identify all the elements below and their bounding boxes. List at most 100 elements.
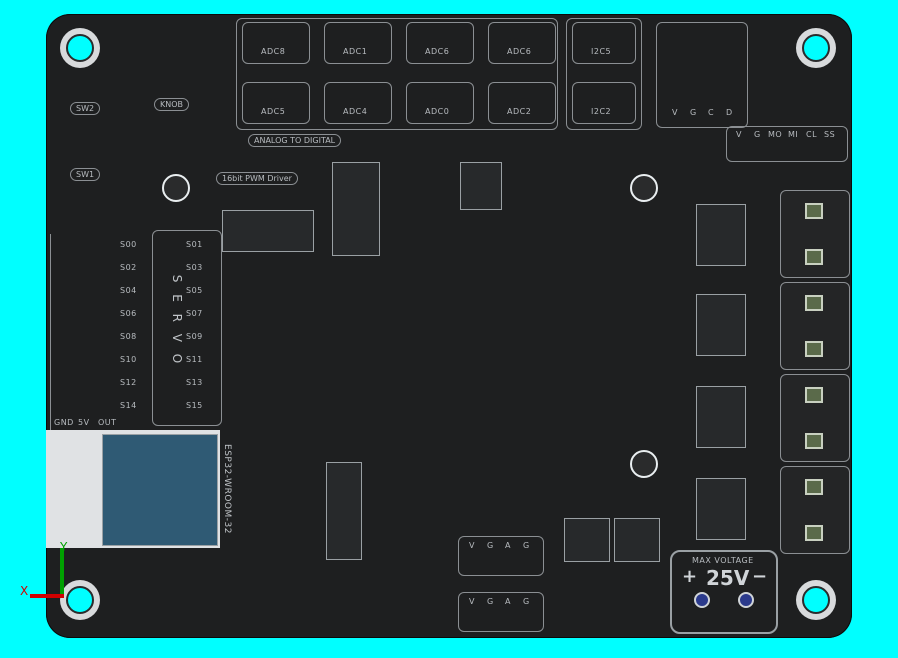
motor-driver-chip [696,294,746,356]
vgcd-header-group [656,22,748,128]
mounting-hole-top-right [796,28,836,68]
pwm-driver-chip [222,210,314,252]
spi-label: SS [824,130,836,139]
header-label: A [505,597,511,606]
servo-pin-label: S04 [120,286,137,295]
coordinate-triad: Y X [20,540,90,610]
servo-pin-label: S03 [186,263,203,272]
voltage-value: 25V [706,566,750,590]
max-voltage-label: MAX VOLTAGE [692,556,754,565]
header-label: G [487,597,494,606]
servo-pin-label: S02 [120,263,137,272]
header-label: G [487,541,494,550]
vgcd-label: D [726,108,733,117]
adc-label: ADC1 [343,47,368,56]
motor-driver-chip [696,478,746,540]
vgcd-label: V [672,108,678,117]
spi-label: MI [788,130,799,139]
servo-pin-label: S13 [186,378,203,387]
fiducial [162,174,190,202]
servo-pin-field [50,234,155,430]
spi-label: MO [768,130,783,139]
vgcd-label: C [708,108,715,117]
adc-connector: ADC4 [324,82,392,124]
servo-pin-label: S09 [186,332,203,341]
adc-label: ADC6 [507,47,532,56]
minus-symbol: − [752,566,768,587]
servo-pin-label: S14 [120,401,137,410]
servo-pin-label: S11 [186,355,203,364]
servo-pin-label: S01 [186,240,203,249]
servo-header [152,230,222,426]
spi-label: V [736,130,742,139]
bottom-header: V G A G [458,592,544,632]
spi-label: CL [806,130,818,139]
power-input-block: MAX VOLTAGE + 25V − [670,550,778,634]
header-label: G [523,541,530,550]
spi-label: G [754,130,761,139]
adc-label: ADC0 [425,107,450,116]
sw1-label: SW1 [70,168,101,181]
adc-connector: ADC5 [242,82,310,124]
x-axis-arrow [30,594,64,598]
motor-terminal [780,282,850,370]
motor-terminal [780,190,850,278]
qfn-chip [460,162,502,210]
servo-pin-label: S05 [186,286,203,295]
fiducial [630,174,658,202]
i2c-label: I2C5 [591,47,612,56]
adc-label: ADC8 [261,47,286,56]
i2c-connector: I2C5 [572,22,636,64]
pcb-board: ADC8 ADC1 ADC6 ADC6 ADC5 ADC4 ADC0 ADC2 … [46,14,852,638]
gnd-label: GND [54,418,74,427]
adc-label: ADC6 [425,47,450,56]
servo-pin-label: S00 [120,240,137,249]
servo-label: S E R V O [170,274,185,368]
adc-connector: ADC1 [324,22,392,64]
servo-pin-label: S07 [186,309,203,318]
servo-pin-label: S15 [186,401,203,410]
esp32-label: ESP32-WROOM-32 [221,444,232,534]
adc-connector: ADC8 [242,22,310,64]
header-label: V [469,597,475,606]
header-label: V [469,541,475,550]
gnd-label: 5V [78,418,90,427]
mounting-hole-bottom-right [796,580,836,620]
adc-connector: ADC6 [488,22,556,64]
motor-driver-chip [696,204,746,266]
mosfet-chip [614,518,660,562]
motor-terminal [780,466,850,554]
soic-chip [326,462,362,560]
adc-connector: ADC0 [406,82,474,124]
vgcd-label: G [690,108,697,117]
header-label: A [505,541,511,550]
gnd-label: OUT [98,418,117,427]
servo-pin-label: S08 [120,332,137,341]
mosfet-chip [564,518,610,562]
pwm-driver-label: 16bit PWM Driver [216,172,298,185]
adc-label: ADC2 [507,107,532,116]
header-label: G [523,597,530,606]
servo-pin-label: S12 [120,378,137,387]
knob-label: KNOB [154,98,190,111]
adc-label: ADC4 [343,107,368,116]
bottom-header: V G A G [458,536,544,576]
x-axis-label: X [20,584,29,598]
fiducial [630,450,658,478]
analog-to-digital-label: ANALOG TO DIGITAL [248,134,342,147]
motor-driver-chip [696,386,746,448]
mounting-hole-top-left [60,28,100,68]
sw2-label: SW2 [70,102,101,115]
adc-connector: ADC6 [406,22,474,64]
i2c-label: I2C2 [591,107,612,116]
esp32-module [102,434,218,546]
y-axis-label: Y [60,540,68,554]
y-axis-arrow [60,548,64,596]
adc-label: ADC5 [261,107,286,116]
servo-pin-label: S10 [120,355,137,364]
adc-connector: ADC2 [488,82,556,124]
power-terminal-hole [694,592,710,608]
i2c-connector: I2C2 [572,82,636,124]
adc-chip [332,162,380,256]
plus-symbol: + [682,566,698,587]
